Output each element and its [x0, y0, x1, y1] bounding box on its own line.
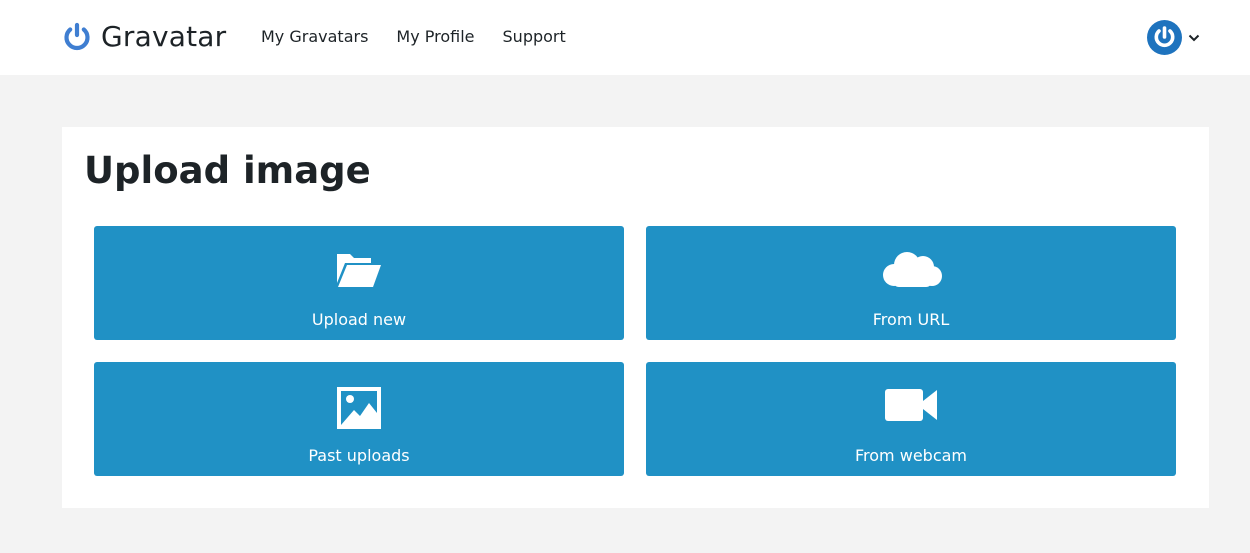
main-nav: My Gravatars My Profile Support	[261, 27, 566, 46]
brand-name: Gravatar	[101, 19, 227, 53]
from-webcam-button[interactable]: From webcam	[646, 362, 1176, 476]
account-menu-button[interactable]	[1147, 20, 1200, 55]
cloud-icon	[883, 252, 942, 287]
upload-new-button[interactable]: Upload new	[94, 226, 624, 340]
nav-support[interactable]: Support	[503, 27, 566, 46]
gravatar-logo-icon	[64, 22, 90, 51]
tile-label: From webcam	[855, 446, 967, 465]
upload-image-panel: Upload image Upload new From URL Past up…	[62, 127, 1209, 508]
from-url-button[interactable]: From URL	[646, 226, 1176, 340]
tile-label: Past uploads	[308, 446, 410, 465]
folder-open-icon	[337, 254, 381, 287]
video-camera-icon	[885, 389, 937, 421]
past-uploads-button[interactable]: Past uploads	[94, 362, 624, 476]
page-title: Upload image	[84, 149, 371, 192]
tile-label: Upload new	[311, 310, 407, 329]
tile-label: From URL	[872, 310, 950, 329]
brand-home-link[interactable]: Gravatar	[62, 19, 226, 53]
nav-my-gravatars[interactable]: My Gravatars	[261, 27, 368, 46]
image-icon	[337, 387, 381, 429]
gravatar-logo-icon	[1147, 20, 1182, 55]
chevron-down-icon	[1188, 34, 1200, 41]
top-bar: Gravatar My Gravatars My Profile Support	[0, 0, 1250, 75]
nav-my-profile[interactable]: My Profile	[396, 27, 474, 46]
